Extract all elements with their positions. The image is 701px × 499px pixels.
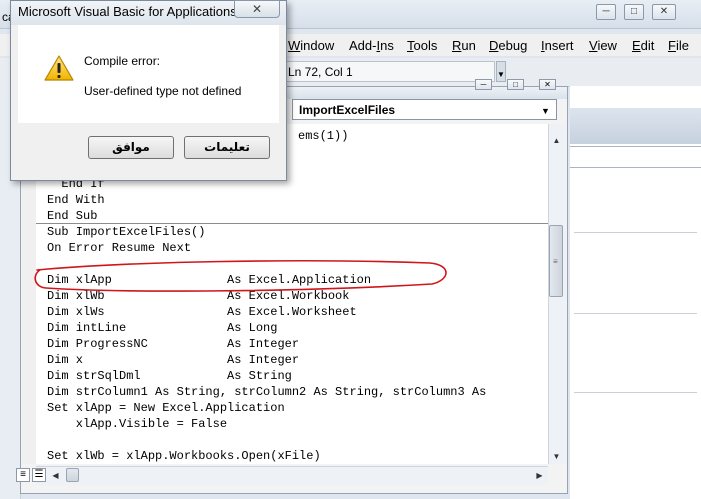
menu-label-part: ools (413, 38, 438, 53)
menu-label-part: Add- (349, 38, 377, 53)
code-line: On Error Resume Next (47, 241, 192, 255)
scroll-right-icon[interactable]: ▶ (532, 468, 547, 483)
menu-label-part: ile (675, 38, 689, 53)
close-app-button[interactable]: ✕ (652, 4, 676, 20)
code-line: Dim xlApp As Excel.Application (47, 273, 372, 287)
code-close-icon[interactable]: ✕ (539, 79, 556, 90)
code-line: End Sub (47, 209, 98, 223)
code-line: Dim ProgressNC As Integer (47, 337, 300, 351)
full-module-view-icon[interactable]: ☰ (32, 468, 46, 482)
menu-label-part: iew (597, 38, 617, 53)
scroll-up-icon[interactable]: ▲ (549, 133, 564, 148)
right-pane-header (570, 108, 701, 144)
scroll-down-icon[interactable]: ▼ (549, 449, 564, 464)
right-pane-divider (574, 313, 697, 314)
help-button[interactable]: تعليمات (184, 136, 270, 159)
scroll-left-icon[interactable]: ◀ (48, 468, 63, 483)
minimize-button[interactable]: ─ (596, 4, 616, 20)
menu-accelerator: D (489, 38, 499, 53)
error-message: User-defined type not defined (84, 84, 242, 98)
menu-item[interactable]: Insert (541, 38, 574, 53)
menu-item[interactable]: View (589, 38, 617, 53)
code-line: Sub ImportExcelFiles() (47, 225, 206, 239)
code-line: Dim strSqlDml As String (47, 369, 292, 383)
procedure-view-icon[interactable]: ≡ (16, 468, 30, 482)
warning-icon (43, 54, 75, 85)
code-line: End With (47, 193, 105, 207)
menu-label-part: ns (380, 38, 394, 53)
menu-label-part: nsert (544, 38, 574, 53)
right-pane-row (570, 146, 701, 168)
menu-accelerator: W (288, 38, 301, 53)
error-heading: Compile error: (84, 54, 161, 68)
code-line: Dim xlWs As Excel.Worksheet (47, 305, 357, 319)
menu-item[interactable]: Window (288, 38, 334, 53)
toolbar-options-icon[interactable]: ▼ (496, 61, 506, 82)
menu-item[interactable]: File (668, 38, 689, 53)
menu-item[interactable]: Edit (632, 38, 654, 53)
right-pane-divider (574, 232, 697, 233)
code-line: Dim x As Integer (47, 353, 300, 367)
code-line: xlApp.Visible = False (47, 417, 228, 431)
dialog-title: Microsoft Visual Basic for Applications (18, 4, 237, 19)
menu-item[interactable]: Run (452, 38, 476, 53)
ok-button[interactable]: موافق (88, 136, 174, 159)
code-line: Set xlApp = New Excel.Application (47, 401, 285, 415)
cursor-position: Ln 72, Col 1 (283, 61, 495, 82)
menu-accelerator: R (452, 38, 462, 53)
code-line: Set xlWb = xlApp.Workbooks.Open(xFile) (47, 449, 321, 463)
menu-accelerator: F (668, 38, 676, 53)
procedure-combo[interactable]: ImportExcelFiles (292, 99, 557, 120)
menu-item[interactable]: Debug (489, 38, 527, 53)
code-line: Dim xlWb As Excel.Workbook (47, 289, 350, 303)
maximize-button[interactable]: □ (624, 4, 644, 20)
code-line: Dim strColumn1 As String, strColumn2 As … (47, 385, 487, 399)
code-line: Dim intLine As Long (47, 321, 278, 335)
menu-accelerator: E (632, 38, 641, 53)
horizontal-scrollbar[interactable] (36, 466, 548, 485)
menu-item[interactable]: Tools (407, 38, 437, 53)
procedure-dropdown-icon[interactable]: ▼ (541, 106, 550, 116)
menu-label-part: indow (300, 38, 335, 53)
code-line-partial: ems(1)) (298, 129, 349, 143)
menu-label-part: ebug (498, 38, 528, 53)
right-pane-divider (574, 392, 697, 393)
code-restore-icon[interactable]: □ (507, 79, 524, 90)
horizontal-scroll-thumb[interactable] (66, 468, 79, 482)
scroll-grip-icon: ≡ (553, 257, 558, 266)
menu-label-part: un (461, 38, 476, 53)
dialog-close-button[interactable]: ✕ (234, 0, 280, 18)
menu-item[interactable]: Add-Ins (349, 38, 394, 53)
menu-label-part: dit (640, 38, 655, 53)
code-minimize-icon[interactable]: ─ (475, 79, 492, 90)
